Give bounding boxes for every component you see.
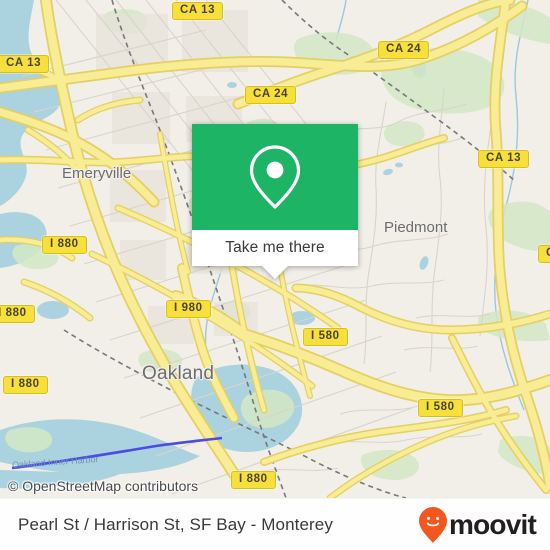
map-screenshot: Emeryville Oakland Piedmont Oakland Inne… [0,0,550,550]
osm-attribution[interactable]: © OpenStreetMap contributors [8,478,198,494]
popup-header [192,124,358,230]
shield-i-980: I 980 [166,300,211,318]
shield-i-880-edge: I 880 [0,305,35,323]
shield-i-880-lower: I 880 [3,376,48,394]
map-pin-icon [249,145,301,209]
shield-i-880-bottom: I 880 [231,471,276,489]
place-title: Pearl St / Harrison St, SF Bay - Montere… [18,514,333,534]
moovit-brand: moovit [418,506,537,544]
shield-i-580-lower: I 580 [418,399,463,417]
map-canvas[interactable]: Emeryville Oakland Piedmont Oakland Inne… [0,0,550,498]
popup-footer[interactable]: Take me there [192,230,358,266]
shield-ca-24-center: CA 24 [245,86,297,104]
popup-pointer-tail [262,266,288,279]
shield-ca-13-top: CA 13 [172,2,224,20]
shield-i-580-upper: I 580 [303,328,348,346]
shield-i-880-upper: I 880 [42,236,87,254]
shield-ca-24-topright: CA 24 [378,41,430,59]
shield-ca-13-right: CA 13 [478,150,530,168]
shield-ca-13-left: CA 13 [0,55,50,73]
take-me-there-label: Take me there [225,239,325,256]
map-marker-popup[interactable]: Take me there [192,124,358,279]
moovit-wordmark: moovit [449,508,537,540]
moovit-smiley-pin-icon [419,506,448,543]
shield-ca-13-edge: CA 13 [538,245,550,263]
bottom-info-bar: Pearl St / Harrison St, SF Bay - Montere… [0,498,550,550]
